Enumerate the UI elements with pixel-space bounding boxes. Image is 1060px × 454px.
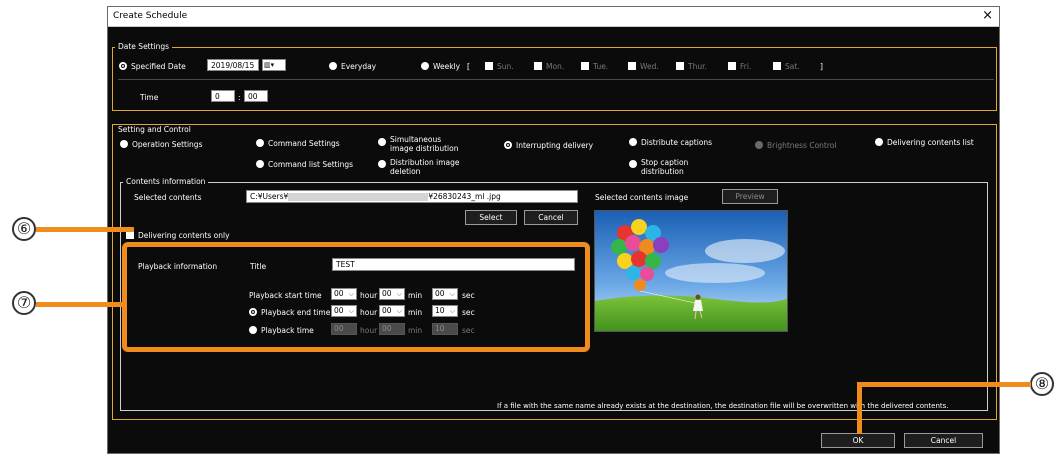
day-label-sat: Sat.: [785, 62, 800, 71]
title-bar: Create Schedule ×: [108, 7, 999, 27]
date-input[interactable]: 2019/08/15: [207, 59, 259, 71]
cancel-select-button[interactable]: Cancel: [524, 210, 578, 225]
delivering-contents-only-checkbox[interactable]: [126, 231, 134, 239]
weekly-label: Weekly: [433, 62, 461, 71]
delivering-contents-only-label: Delivering contents only: [138, 231, 230, 240]
close-icon[interactable]: ×: [982, 9, 993, 23]
callout-6: ⑥: [12, 217, 36, 241]
day-label-tue: Tue.: [593, 62, 609, 71]
overwrite-notice: If a file with the same name already exi…: [497, 402, 949, 410]
operation-settings-label: Operation Settings: [132, 140, 203, 149]
stop-caption-radio[interactable]: [629, 160, 637, 168]
specified-date-label: Specified Date: [131, 62, 186, 71]
distribute-captions-label: Distribute captions: [641, 138, 713, 147]
day-checkbox-sat[interactable]: [773, 62, 781, 70]
interrupting-delivery-radio[interactable]: [504, 141, 512, 149]
callout-7-frame: [122, 242, 590, 352]
callout-6-line: [36, 227, 134, 232]
path-redaction: [288, 193, 429, 201]
command-list-settings-radio[interactable]: [256, 160, 264, 168]
specified-date-radio[interactable]: [119, 62, 127, 70]
simultaneous-label-1: Simultaneous: [390, 135, 442, 144]
simultaneous-radio[interactable]: [378, 138, 386, 146]
operation-settings-radio[interactable]: [120, 140, 128, 148]
select-button[interactable]: Select: [465, 210, 517, 225]
day-checkbox-fri[interactable]: [728, 62, 736, 70]
calendar-dropdown[interactable]: ▥▾: [262, 59, 286, 71]
dialog-title: Create Schedule: [113, 11, 188, 21]
brightness-control-label: Brightness Control: [767, 141, 837, 150]
weekly-radio[interactable]: [421, 62, 429, 70]
date-divider: [118, 79, 994, 80]
interrupting-delivery-label: Interrupting delivery: [516, 141, 594, 150]
day-checkbox-tue[interactable]: [581, 62, 589, 70]
selected-contents-path[interactable]: C:¥Users¥ ¥26830243_ml .jpg: [246, 190, 578, 203]
date-settings-legend: Date Settings: [115, 42, 173, 51]
day-checkbox-sun[interactable]: [485, 62, 493, 70]
stop-caption-label-2: distribution: [641, 167, 684, 176]
path-end: ¥26830243_ml .jpg: [428, 192, 501, 201]
setting-control-legend: Setting and Control: [115, 125, 194, 134]
distribution-deletion-radio[interactable]: [378, 160, 386, 168]
callout-7-line: [36, 302, 122, 307]
time-separator: :: [238, 93, 241, 102]
stop-caption-label-1: Stop caption: [641, 158, 689, 167]
command-settings-radio[interactable]: [256, 139, 264, 147]
command-list-settings-label: Command list Settings: [268, 160, 354, 169]
everyday-radio[interactable]: [329, 62, 337, 70]
contents-information-legend: Contents information: [123, 177, 209, 186]
selected-contents-label: Selected contents: [134, 193, 202, 202]
callout-8-line-v: [857, 382, 862, 434]
day-checkbox-thur[interactable]: [676, 62, 684, 70]
callout-7: ⑦: [12, 291, 36, 315]
distribute-captions-radio[interactable]: [629, 138, 637, 146]
selected-contents-image: [594, 210, 788, 332]
bracket-open: [: [467, 62, 470, 71]
callout-8-line-h: [857, 382, 1031, 387]
cancel-button[interactable]: Cancel: [904, 433, 983, 448]
command-settings-label: Command Settings: [268, 139, 340, 148]
time-label: Time: [140, 93, 159, 102]
day-label-wed: Wed.: [640, 62, 659, 71]
delivering-contents-list-label: Delivering contents list: [887, 138, 974, 147]
callout-8: ⑧: [1030, 372, 1054, 396]
ok-button[interactable]: OK: [821, 433, 895, 448]
day-label-thur: Thur.: [688, 62, 707, 71]
day-label-fri: Fri.: [740, 62, 752, 71]
day-checkbox-mon[interactable]: [534, 62, 542, 70]
distribution-deletion-label-1: Distribution image: [390, 158, 460, 167]
preview-button[interactable]: Preview: [722, 189, 778, 204]
path-start: C:¥Users¥: [250, 192, 289, 201]
time-hour-input[interactable]: 0: [211, 90, 235, 102]
brightness-control-radio[interactable]: [755, 141, 763, 149]
delivering-contents-list-radio[interactable]: [875, 138, 883, 146]
everyday-label: Everyday: [341, 62, 377, 71]
day-label-sun: Sun.: [497, 62, 514, 71]
day-checkbox-wed[interactable]: [628, 62, 636, 70]
time-minute-input[interactable]: 00: [244, 90, 268, 102]
selected-contents-image-label: Selected contents image: [595, 193, 689, 202]
distribution-deletion-label-2: deletion: [390, 167, 421, 176]
simultaneous-label-2: image distribution: [390, 144, 459, 153]
bracket-close: ]: [820, 62, 823, 71]
day-label-mon: Mon.: [546, 62, 565, 71]
balloons-photo: [595, 211, 787, 331]
